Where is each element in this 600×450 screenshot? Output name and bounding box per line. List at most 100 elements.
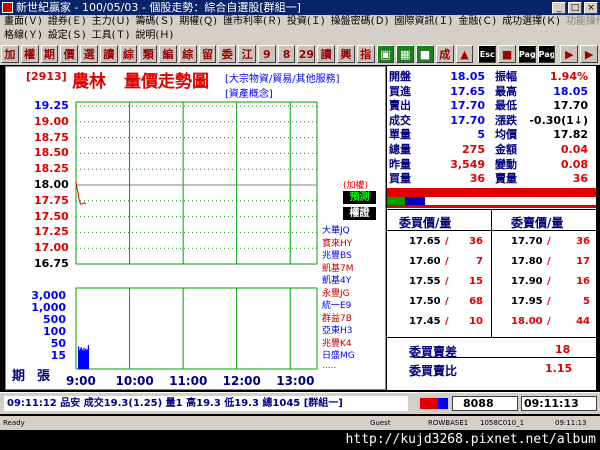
bid-separator: / <box>445 296 449 307</box>
menu-item[interactable]: 說明(Ｈ) <box>135 30 173 41</box>
broker-item[interactable]: 凱基4Y <box>322 273 351 286</box>
toolbar-button[interactable]: 權 <box>20 45 39 63</box>
broker-item[interactable]: 亞東H3 <box>322 323 353 336</box>
menu-item[interactable]: 期權(Ｑ) <box>179 16 217 27</box>
broker-item[interactable]: 群益7B <box>322 311 352 324</box>
bid-ask-ratio-bar-blue <box>405 197 425 205</box>
toolbar-button[interactable]: ▲ <box>455 45 474 63</box>
toolbar-button[interactable]: 綜 <box>119 45 138 63</box>
toolbar-button[interactable]: 加 <box>1 45 19 63</box>
bid-qty: 15 <box>469 276 483 287</box>
toolbar-button[interactable]: 價 <box>60 45 79 63</box>
close-button[interactable]: × <box>584 1 598 14</box>
bottom-status-bar: Ready Guest ROWBASE1 1058C010_1 09:11:13 <box>0 416 600 430</box>
toolbar-button[interactable]: ▦ <box>396 45 415 63</box>
quote-label: 買進 <box>389 84 411 98</box>
broker-item[interactable]: 統一E9 <box>322 298 351 311</box>
status-user: Guest <box>370 419 391 427</box>
stock-code-input[interactable]: 8088 <box>452 396 518 411</box>
bid-separator: / <box>445 256 449 267</box>
toolbar-button[interactable]: ▶ <box>580 45 598 63</box>
status-line: 09:11:12 品安 成交19.3(1.25) 量1 高19.3 低19.3 … <box>0 392 600 414</box>
quote-value: 17.65 <box>450 84 485 98</box>
menu-item[interactable]: 國際資訊(Ｉ) <box>395 16 453 27</box>
bid-separator: / <box>445 316 449 327</box>
toolbar-button[interactable]: 讀 <box>317 45 336 63</box>
toolbar-button[interactable]: ▶ <box>560 45 579 63</box>
price-plot-frame <box>75 101 318 265</box>
broker-item[interactable]: 寶來HY <box>322 236 352 249</box>
broker-item[interactable]: 兆豐K4 <box>322 336 352 349</box>
toolbar-button[interactable]: ■ <box>416 45 434 63</box>
quote-value: 17.82 <box>553 128 588 142</box>
menu-item[interactable]: 設定(Ｓ) <box>48 30 86 41</box>
quote-value: 5 <box>477 128 485 142</box>
menu-item[interactable]: 金融(Ｃ) <box>458 16 496 27</box>
ask-price: 17.70 <box>511 236 543 247</box>
quote-row: 買量 36 賣量 36 <box>387 171 596 186</box>
status-ready: Ready <box>3 419 25 427</box>
menu-item[interactable]: 證券(Ｅ) <box>48 16 86 27</box>
menu-item[interactable]: 匯市利率(Ｒ) <box>223 16 281 27</box>
toolbar-button[interactable]: 指 <box>356 45 375 63</box>
time-tick-label: 10:00 <box>115 374 154 388</box>
toolbar-button[interactable]: 委 <box>218 45 237 63</box>
bid-ask-ratio-label: 委買賣比 <box>409 364 458 378</box>
title-bar: 新世紀贏家 - 100/05/03 - 個股走勢：綜合自選股[群組一] _ □ … <box>0 0 600 15</box>
minimize-button[interactable]: _ <box>552 1 566 14</box>
time-tick-label: 11:00 <box>169 374 208 388</box>
indicator-red <box>420 398 438 409</box>
toolbar-button[interactable]: 成 <box>435 45 454 63</box>
toolbar-button[interactable]: 選 <box>80 45 98 63</box>
toolbar-button[interactable]: Esc <box>478 45 497 63</box>
menu-item[interactable]: 工具(Ｔ) <box>92 30 130 41</box>
url-text: http://kujd3268.pixnet.net/album <box>345 432 596 447</box>
forecast-tab[interactable]: 預測 <box>343 191 376 204</box>
toolbar-button[interactable]: 留 <box>198 45 217 63</box>
toolbar-button[interactable]: 8 <box>277 45 296 63</box>
menu-item[interactable]: 功能操作(Ｐ) <box>566 16 600 27</box>
menu-item[interactable]: 畫面(Ｖ) <box>4 16 42 27</box>
toolbar-button[interactable]: Page Up <box>517 45 536 63</box>
broker-item[interactable]: 凱基7M <box>322 261 354 274</box>
toolbar-button[interactable]: 9 <box>257 45 276 63</box>
toolbar-button[interactable]: ▣ <box>376 45 395 63</box>
menu-item[interactable]: 格線(Ｙ) <box>4 30 42 41</box>
menu-row-1: 畫面(Ｖ) 證券(Ｅ) 主力(Ｕ) 籌碼(Ｓ) 期權(Ｑ) 匯市利率(Ｒ) 投資(Ｉ) 操盤密… <box>0 15 600 29</box>
broker-item[interactable]: 兆豐BS <box>322 248 352 261</box>
menu-item[interactable]: 主力(Ｕ) <box>92 16 130 27</box>
volume-axis-label: 張 <box>37 369 51 384</box>
bid-ask-diff-value: 18 <box>555 343 571 356</box>
bid-ask-ratio-value: 1.15 <box>545 362 573 375</box>
toolbar-button[interactable]: 29 <box>297 45 316 63</box>
toolbar-button[interactable]: 江 <box>238 45 256 63</box>
menu-item[interactable]: 成功選擇(Ｋ) <box>502 16 560 27</box>
price-tick-label: 18.25 <box>34 162 69 176</box>
quote-value: -0.30(1↓) <box>529 113 588 127</box>
brokers-tab[interactable]: 權證 <box>343 207 376 220</box>
broker-item[interactable]: ..... <box>322 361 336 371</box>
status-time: 09:11:13 <box>555 419 587 427</box>
quote-value: 0.08 <box>560 157 588 171</box>
maximize-button[interactable]: □ <box>568 1 582 14</box>
toolbar-button[interactable]: 期 <box>40 45 59 63</box>
broker-item[interactable]: 大華JQ <box>322 223 350 236</box>
broker-item[interactable]: 永豐JG <box>322 286 350 299</box>
toolbar-button[interactable]: 類 <box>139 45 158 63</box>
quote-label: 賣量 <box>495 172 517 186</box>
broker-item[interactable]: 日盛MG <box>322 348 355 361</box>
toolbar-button[interactable]: 興 <box>337 45 355 63</box>
quote-row: 成交 17.70 漲跌 -0.30(1↓) <box>387 113 596 128</box>
status-base: ROWBASE1 <box>428 419 469 427</box>
toolbar: 加權期價選讀綜類編綜留委江9829讀興指▣▦■成▲Esc■Page UpPage… <box>0 43 600 65</box>
menu-item[interactable]: 籌碼(Ｓ) <box>135 16 173 27</box>
menu-item[interactable]: 投資(Ｉ) <box>287 16 325 27</box>
ask-separator: / <box>547 256 551 267</box>
toolbar-button[interactable]: 讀 <box>99 45 118 63</box>
toolbar-button[interactable]: Page Down <box>537 45 556 63</box>
menu-item[interactable]: 操盤密碼(Ｄ) <box>331 16 389 27</box>
quote-label: 總量 <box>389 143 411 156</box>
toolbar-button[interactable]: ■ <box>498 45 516 63</box>
toolbar-button[interactable]: 編 <box>159 45 177 63</box>
toolbar-button[interactable]: 綜 <box>178 45 197 63</box>
